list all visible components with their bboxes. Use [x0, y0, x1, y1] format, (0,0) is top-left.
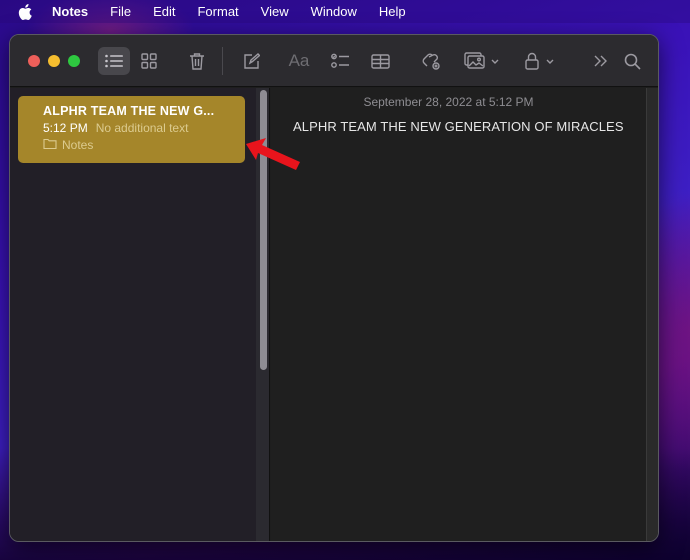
minimize-window-button[interactable] — [48, 55, 60, 67]
note-title: ALPHR TEAM THE NEW G... — [43, 104, 215, 118]
note-body-text[interactable]: ALPHR TEAM THE NEW GENERATION OF MIRACLE… — [293, 119, 624, 134]
close-window-button[interactable] — [28, 55, 40, 67]
photo-icon — [463, 52, 486, 70]
note-list-item-selected[interactable]: ALPHR TEAM THE NEW G... 5:12 PM No addit… — [18, 96, 245, 163]
list-icon — [105, 54, 123, 68]
menu-format[interactable]: Format — [197, 4, 238, 19]
editor-scrollbar[interactable] — [646, 88, 658, 541]
trash-icon — [189, 52, 205, 70]
menu-help[interactable]: Help — [379, 4, 406, 19]
collaborate-button[interactable] — [418, 47, 444, 75]
notes-window: Aa ALPHR TEAM THE NEW G... 5:12 PM No ad… — [9, 34, 659, 542]
media-button[interactable] — [460, 47, 502, 75]
note-time: 5:12 PM — [43, 121, 88, 135]
text-format-icon: Aa — [288, 51, 310, 70]
toolbar: Aa — [10, 35, 658, 87]
notes-list: ALPHR TEAM THE NEW G... 5:12 PM No addit… — [10, 88, 256, 541]
format-button[interactable]: Aa — [284, 47, 314, 75]
compose-icon — [243, 52, 260, 70]
list-view-button[interactable] — [98, 47, 130, 75]
lock-icon — [524, 52, 539, 70]
table-button[interactable] — [368, 47, 392, 75]
new-note-button[interactable] — [238, 47, 264, 75]
table-icon — [370, 53, 390, 69]
note-date: September 28, 2022 at 5:12 PM — [363, 95, 534, 109]
zoom-window-button[interactable] — [68, 55, 80, 67]
chevron-down-icon — [491, 59, 499, 64]
menu-bar: Notes File Edit Format View Window Help — [0, 0, 690, 23]
lock-button[interactable] — [522, 47, 556, 75]
toolbar-divider — [222, 47, 223, 75]
search-button[interactable] — [620, 47, 644, 75]
folder-icon — [43, 138, 62, 152]
scrollbar-thumb[interactable] — [260, 90, 267, 370]
checklist-button[interactable] — [328, 47, 352, 75]
grid-icon — [141, 53, 157, 69]
menu-file[interactable]: File — [110, 4, 131, 19]
search-icon — [624, 53, 641, 70]
note-preview: No additional text — [95, 121, 189, 135]
chevrons-right-icon — [594, 55, 608, 67]
menu-app-notes[interactable]: Notes — [52, 4, 88, 19]
menu-view[interactable]: View — [261, 4, 289, 19]
menu-window[interactable]: Window — [311, 4, 357, 19]
collaborate-icon — [421, 52, 441, 70]
note-folder-name: Notes — [62, 138, 94, 152]
note-editor[interactable]: September 28, 2022 at 5:12 PM ALPHR TEAM… — [271, 88, 646, 541]
checklist-icon — [331, 53, 349, 69]
chevron-down-icon — [546, 59, 554, 64]
more-toolbar-button[interactable] — [590, 47, 612, 75]
menu-edit[interactable]: Edit — [153, 4, 175, 19]
delete-button[interactable] — [184, 47, 210, 75]
apple-icon[interactable] — [18, 3, 34, 20]
annotation-arrow-icon — [246, 138, 300, 170]
gallery-view-button[interactable] — [136, 47, 162, 75]
